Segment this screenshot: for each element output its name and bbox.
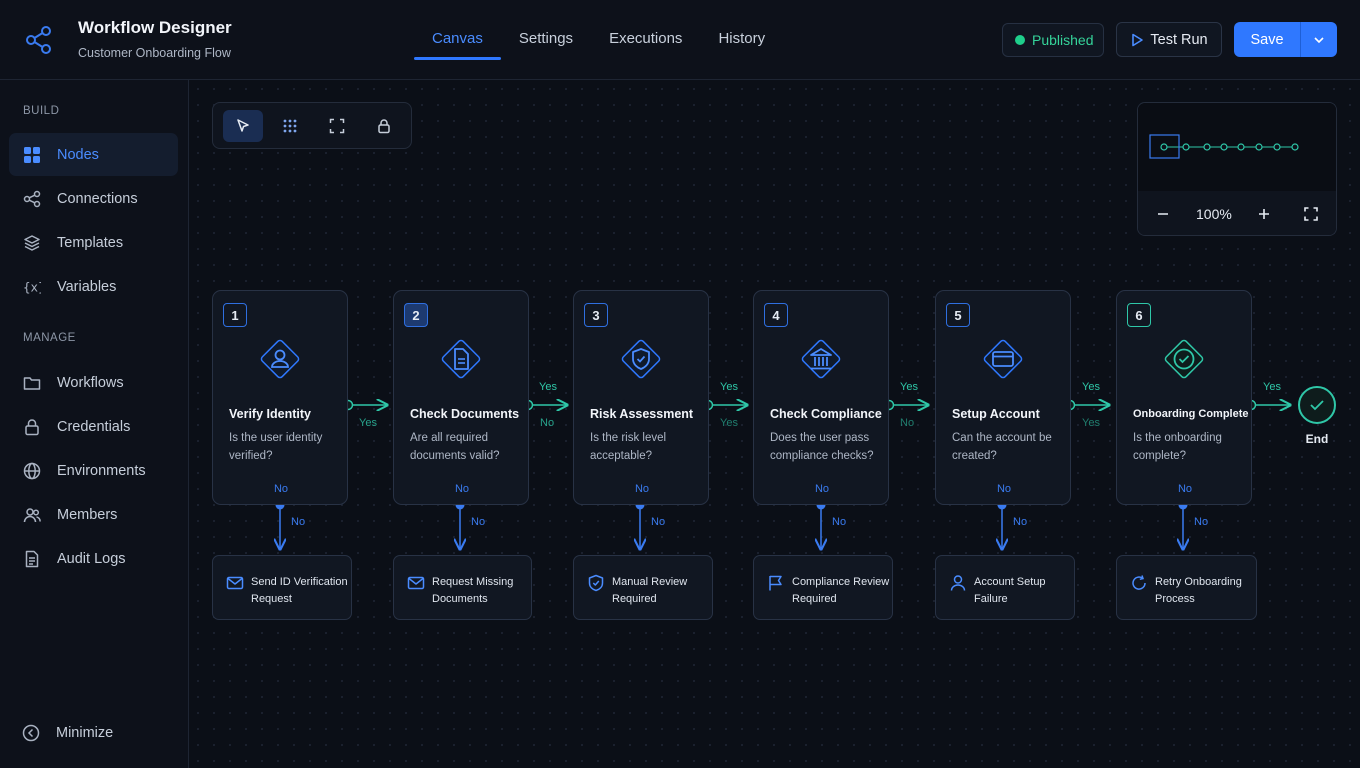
node-no-label: No <box>273 483 289 495</box>
card-icon <box>983 339 1023 379</box>
user-icon <box>950 575 966 591</box>
node-no-label: No <box>1177 483 1193 495</box>
failure-line-2: Documents <box>432 593 488 605</box>
connector-label-yes: Yes <box>539 381 557 393</box>
flag-icon <box>769 575 782 591</box>
node-number: 6 <box>1127 303 1151 327</box>
connector-label-yes: Yes <box>720 381 738 393</box>
connector-label-yes: Yes <box>359 417 377 429</box>
node-description: Is the onboarding complete? <box>1133 432 1222 462</box>
connector-label-yes: Yes <box>1082 417 1100 429</box>
failure-node-compliance-review[interactable]: Compliance Review Required <box>753 555 893 620</box>
node-no-label: No <box>996 483 1012 495</box>
node-title: Risk Assessment <box>590 407 694 421</box>
failure-node-account-setup[interactable]: Account Setup Failure <box>935 555 1075 620</box>
workflow-node-check-documents[interactable]: 2 Check Documents Are all required docum… <box>393 290 529 505</box>
workflow-node-onboarding-complete[interactable]: 6 Onboarding Complete Is the onboarding … <box>1116 290 1252 505</box>
node-description: Does the user pass compliance checks? <box>770 432 874 462</box>
failure-line-1: Manual Review <box>612 576 688 588</box>
node-description: Is the user identity verified? <box>229 432 323 462</box>
failure-line-2: Failure <box>974 593 1008 605</box>
refresh-icon <box>1132 575 1146 590</box>
check-icon <box>1310 400 1324 411</box>
node-no-label: No <box>814 483 830 495</box>
node-title: Setup Account <box>952 407 1040 421</box>
failure-line-2: Required <box>612 593 657 605</box>
node-number: 5 <box>946 303 970 327</box>
failure-line-1: Request Missing <box>432 576 514 588</box>
connector-label-no: No <box>1194 516 1209 528</box>
failure-line-2: Process <box>1155 593 1195 605</box>
node-description: Is the risk level acceptable? <box>590 432 667 462</box>
node-title: Check Compliance <box>770 407 882 421</box>
node-title: Verify Identity <box>229 407 311 421</box>
shield-icon <box>621 339 661 379</box>
document-icon <box>441 339 481 379</box>
user-icon <box>260 339 300 379</box>
node-no-label: No <box>454 483 470 495</box>
no-connectors <box>276 500 1188 550</box>
node-description: Can the account be created? <box>952 432 1052 462</box>
failure-line-1: Account Setup <box>974 576 1046 588</box>
node-title: Onboarding Complete <box>1133 408 1249 420</box>
connector-label-no: No <box>651 516 666 528</box>
connector-label-yes: Yes <box>1263 381 1281 393</box>
mail-icon <box>407 576 425 590</box>
failure-node-manual-review[interactable]: Manual Review Required <box>573 555 713 620</box>
connector-label-no: No <box>471 516 486 528</box>
connector-label-no: No <box>1013 516 1028 528</box>
connector-label-yes: Yes <box>1082 381 1100 393</box>
connector-label-no: No <box>832 516 847 528</box>
bank-icon <box>801 339 841 379</box>
node-title: Check Documents <box>410 407 520 421</box>
mail-icon <box>226 576 244 590</box>
failure-line-1: Compliance Review <box>792 576 890 588</box>
connector-label-no: No <box>291 516 306 528</box>
connector-label-yes: Yes <box>720 417 738 429</box>
workflow-node-setup-account[interactable]: 5 Setup Account Can the account be creat… <box>935 290 1071 505</box>
check-circle-icon <box>1164 339 1204 379</box>
shield-icon <box>588 574 604 592</box>
end-label: End <box>1305 432 1329 446</box>
node-no-label: No <box>634 483 650 495</box>
node-number: 4 <box>764 303 788 327</box>
failure-line-2: Required <box>792 593 837 605</box>
workflow-node-check-compliance[interactable]: 4 Check Compliance Does the user pass co… <box>753 290 889 505</box>
node-number: 3 <box>584 303 608 327</box>
workflow-node-verify-identity[interactable]: 1 Verify Identity Is the user identity v… <box>212 290 348 505</box>
node-number: 1 <box>223 303 247 327</box>
connector-label-yes: Yes <box>900 381 918 393</box>
failure-line-1: Send ID Verification <box>251 576 348 588</box>
node-number: 2 <box>404 303 428 327</box>
end-node[interactable] <box>1298 386 1336 424</box>
failure-line-1: Retry Onboarding <box>1155 576 1242 588</box>
connector-label-no: No <box>540 417 555 429</box>
failure-line-2: Request <box>251 593 292 605</box>
failure-node-request-missing-documents[interactable]: Request Missing Documents <box>393 555 532 620</box>
workflow-node-risk-assessment[interactable]: 3 Risk Assessment Is the risk level acce… <box>573 290 709 505</box>
failure-node-send-id-verification[interactable]: Send ID Verification Request <box>212 555 352 620</box>
failure-node-retry-onboarding[interactable]: Retry Onboarding Process <box>1116 555 1257 620</box>
node-description: Are all required documents valid? <box>410 432 500 462</box>
connector-label-no: No <box>900 417 915 429</box>
